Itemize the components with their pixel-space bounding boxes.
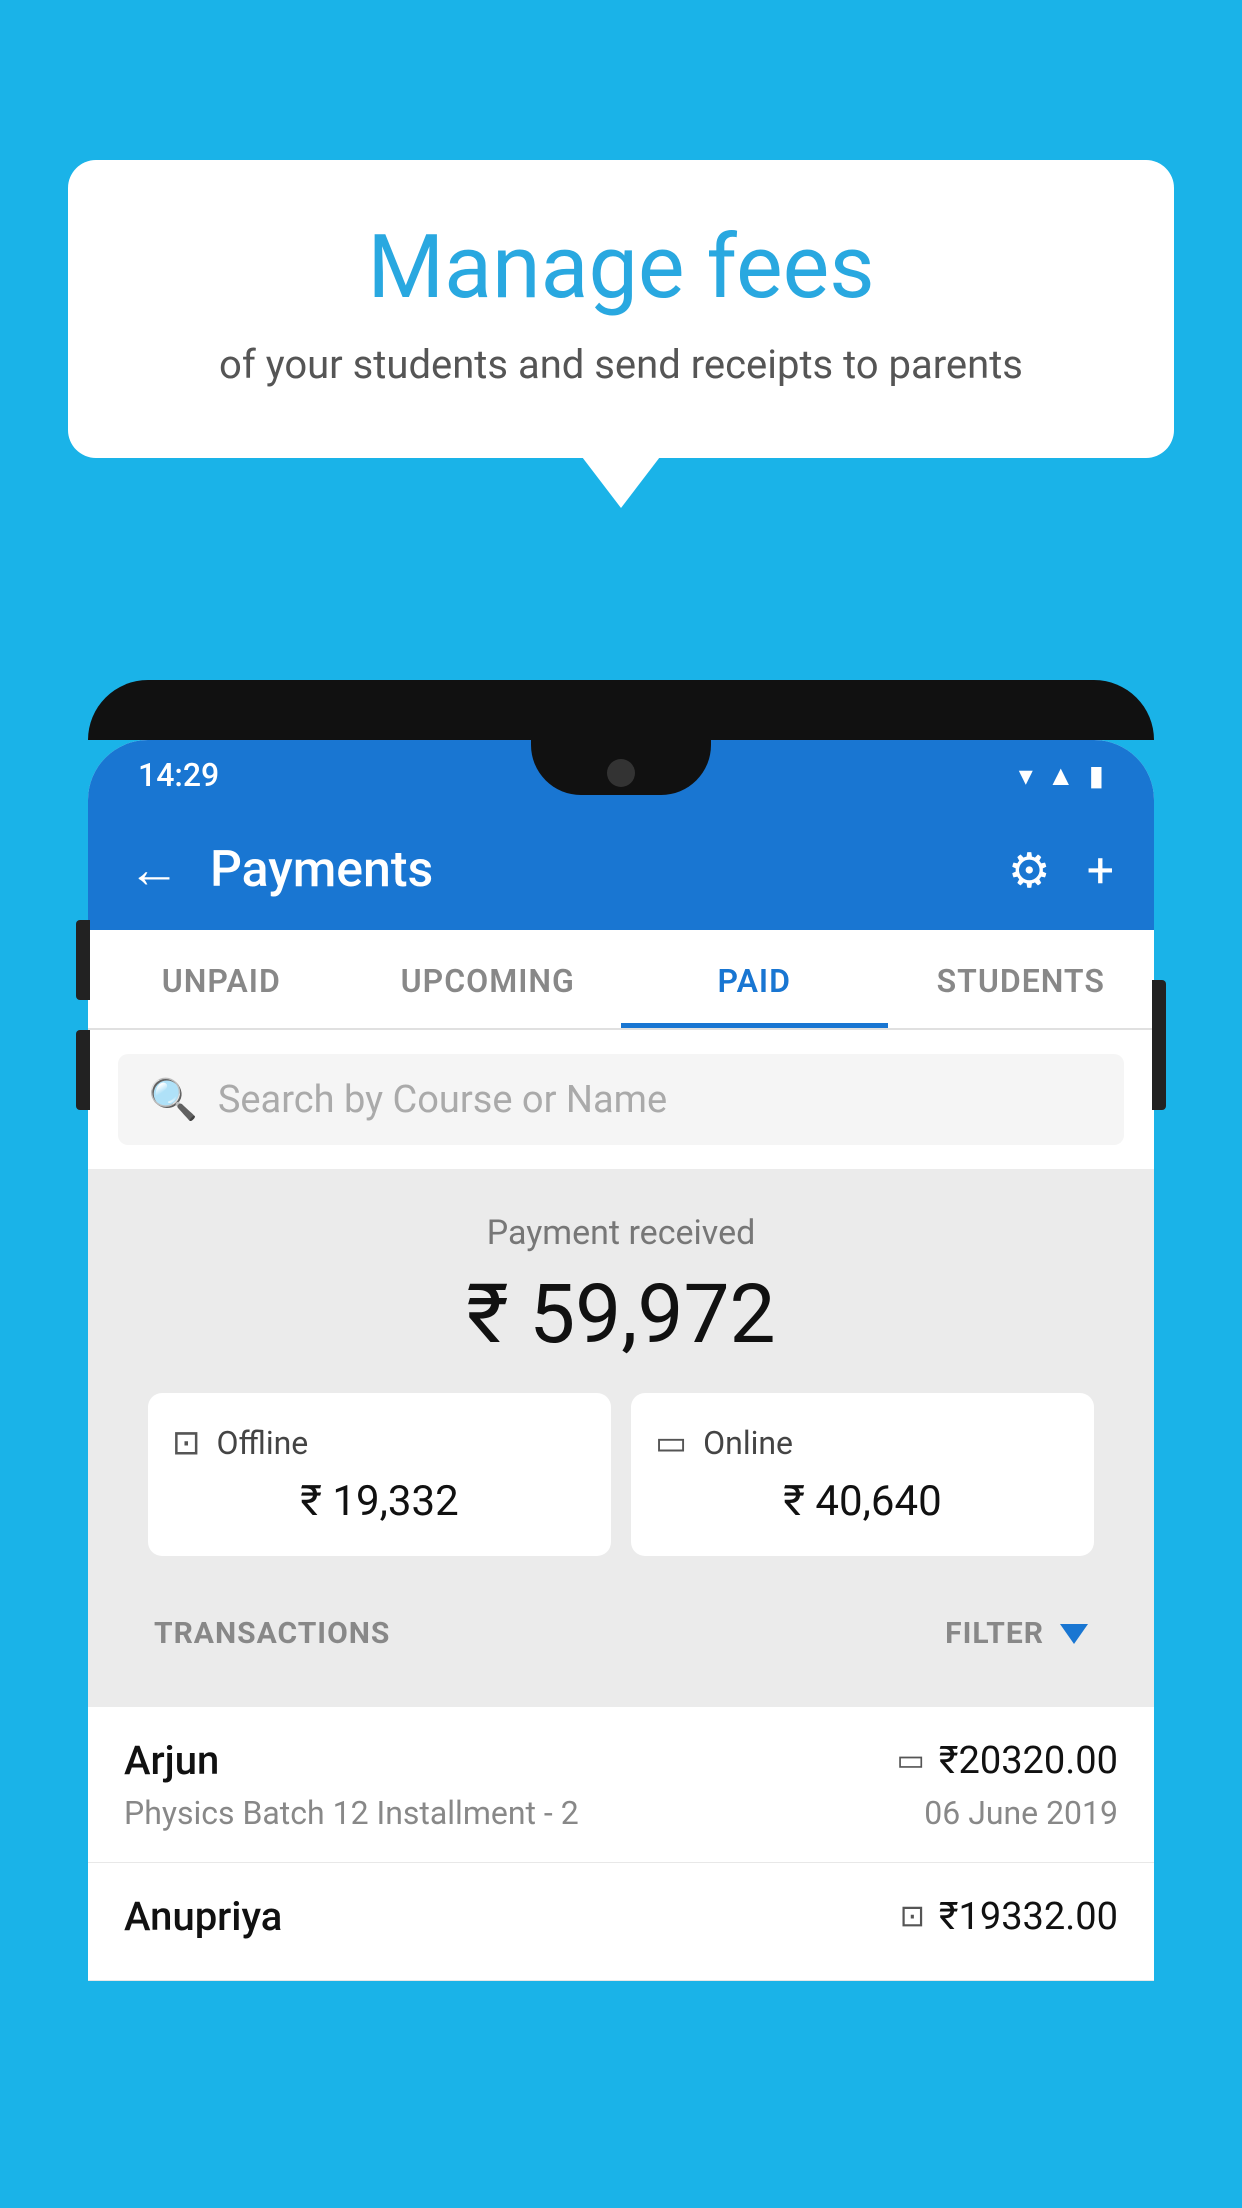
- settings-icon[interactable]: ⚙: [1008, 842, 1051, 899]
- payment-received-section: Payment received ₹ 59,972 ⊡ Offline ₹ 19…: [88, 1169, 1154, 1707]
- payment-total-amount: ₹ 59,972: [118, 1267, 1124, 1363]
- transaction-row-anupriya[interactable]: Anupriya ⊡ ₹19332.00: [88, 1863, 1154, 1981]
- speech-bubble: Manage fees of your students and send re…: [68, 160, 1174, 458]
- content-area: 🔍 Search by Course or Name Payment recei…: [88, 1030, 1154, 1981]
- transactions-header: TRANSACTIONS FILTER: [118, 1586, 1124, 1677]
- tab-unpaid[interactable]: UNPAID: [88, 930, 355, 1028]
- offline-card-header: ⊡ Offline: [172, 1423, 587, 1463]
- bubble-title: Manage fees: [118, 220, 1124, 317]
- online-amount: ₹ 40,640: [655, 1477, 1070, 1526]
- notch: [531, 740, 711, 795]
- transaction-amount-arjun: ₹20320.00: [939, 1739, 1118, 1783]
- offline-icon: ⊡: [172, 1423, 201, 1463]
- filter-button[interactable]: FILTER: [945, 1616, 1088, 1651]
- search-input[interactable]: Search by Course or Name: [218, 1078, 667, 1122]
- camera: [607, 759, 635, 787]
- tabs-bar: UNPAID UPCOMING PAID STUDENTS: [88, 930, 1154, 1030]
- phone-container: 14:29 ▾ ▲ ▮ ← Payments ⚙ + UNPAID UPCOMI…: [88, 680, 1154, 2208]
- app-bar: ← Payments ⚙ +: [88, 810, 1154, 930]
- tab-upcoming[interactable]: UPCOMING: [355, 930, 622, 1028]
- transaction-amount-wrap-anupriya: ⊡ ₹19332.00: [900, 1895, 1118, 1939]
- transaction-name-anupriya: Anupriya: [124, 1893, 282, 1940]
- offline-amount: ₹ 19,332: [172, 1477, 587, 1526]
- transaction-amount-anupriya: ₹19332.00: [939, 1895, 1118, 1939]
- payment-received-label: Payment received: [118, 1213, 1124, 1253]
- transactions-label: TRANSACTIONS: [154, 1616, 390, 1651]
- app-bar-actions: ⚙ +: [1008, 842, 1114, 899]
- online-icon: ▭: [655, 1423, 687, 1463]
- app-bar-title: Payments: [210, 841, 978, 899]
- transaction-name-arjun: Arjun: [124, 1737, 219, 1784]
- add-button[interactable]: +: [1087, 842, 1114, 899]
- phone-screen: 14:29 ▾ ▲ ▮ ← Payments ⚙ + UNPAID UPCOMI…: [88, 740, 1154, 1981]
- side-button-volume-down: [76, 1030, 90, 1110]
- wifi-icon: ▾: [1019, 759, 1033, 792]
- search-bar-container: 🔍 Search by Course or Name: [88, 1030, 1154, 1169]
- signal-icon: ▲: [1047, 759, 1075, 792]
- search-icon: 🔍: [148, 1076, 198, 1123]
- payment-cards-row: ⊡ Offline ₹ 19,332 ▭ Online ₹ 40,640: [118, 1393, 1124, 1586]
- filter-icon: [1060, 1624, 1088, 1644]
- status-time: 14:29: [138, 756, 219, 794]
- status-icons: ▾ ▲ ▮: [1019, 759, 1104, 792]
- online-label: Online: [703, 1424, 793, 1462]
- side-button-power: [1152, 980, 1166, 1110]
- offline-payment-icon: ⊡: [900, 1899, 925, 1934]
- transaction-amount-wrap-arjun: ▭ ₹20320.00: [896, 1739, 1118, 1783]
- transaction-row-arjun[interactable]: Arjun ▭ ₹20320.00 Physics Batch 12 Insta…: [88, 1707, 1154, 1863]
- bubble-subtitle: of your students and send receipts to pa…: [118, 341, 1124, 388]
- status-bar: 14:29 ▾ ▲ ▮: [88, 740, 1154, 810]
- transaction-course-arjun: Physics Batch 12 Installment - 2: [124, 1794, 579, 1832]
- offline-label: Offline: [217, 1424, 309, 1462]
- transaction-date-arjun: 06 June 2019: [924, 1794, 1118, 1832]
- back-button[interactable]: ←: [128, 844, 180, 896]
- online-card-header: ▭ Online: [655, 1423, 1070, 1463]
- tab-students[interactable]: STUDENTS: [888, 930, 1155, 1028]
- search-bar[interactable]: 🔍 Search by Course or Name: [118, 1054, 1124, 1145]
- phone-top-curve: [88, 680, 1154, 740]
- tab-paid[interactable]: PAID: [621, 930, 888, 1028]
- card-payment-icon: ▭: [896, 1743, 924, 1778]
- online-card: ▭ Online ₹ 40,640: [631, 1393, 1094, 1556]
- battery-icon: ▮: [1089, 759, 1104, 792]
- offline-card: ⊡ Offline ₹ 19,332: [148, 1393, 611, 1556]
